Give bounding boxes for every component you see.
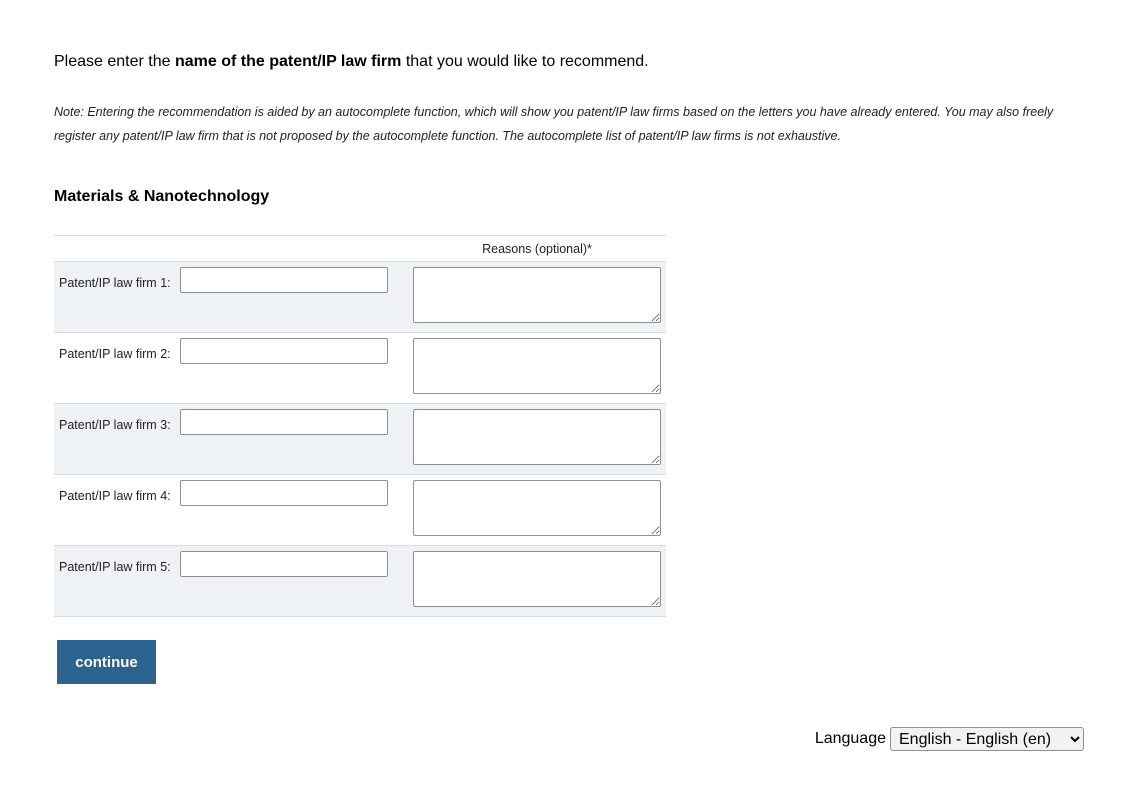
reason-textarea-5[interactable]	[413, 551, 661, 607]
firm-input-1[interactable]	[180, 267, 388, 293]
reason-textarea-4[interactable]	[413, 480, 661, 536]
firm-label-3: Patent/IP law firm 3:	[59, 418, 171, 432]
intro-bold: name of the patent/IP law firm	[175, 53, 401, 70]
recommendation-grid: Reasons (optional)* Patent/IP law firm 1…	[54, 235, 666, 617]
language-label: Language	[815, 730, 886, 748]
firm-input-4[interactable]	[180, 480, 388, 506]
firm-label-4: Patent/IP law firm 4:	[59, 489, 171, 503]
firm-label-2: Patent/IP law firm 2:	[59, 347, 171, 361]
firm-row-3: Patent/IP law firm 3:	[54, 404, 666, 475]
language-select[interactable]: English - English (en)	[890, 727, 1084, 751]
intro-text: Please enter the name of the patent/IP l…	[54, 53, 649, 71]
firm-label-5: Patent/IP law firm 5:	[59, 560, 171, 574]
firm-row-1: Patent/IP law firm 1:	[54, 262, 666, 333]
reason-textarea-1[interactable]	[413, 267, 661, 323]
reasons-header: Reasons (optional)*	[413, 242, 661, 256]
intro-before: Please enter the	[54, 53, 175, 70]
firm-row-5: Patent/IP law firm 5:	[54, 546, 666, 617]
firm-row-4: Patent/IP law firm 4:	[54, 475, 666, 546]
language-selector: Language English - English (en)	[815, 727, 1084, 751]
firm-input-5[interactable]	[180, 551, 388, 577]
firm-input-3[interactable]	[180, 409, 388, 435]
reason-textarea-3[interactable]	[413, 409, 661, 465]
section-title: Materials & Nanotechnology	[54, 188, 269, 206]
grid-header: Reasons (optional)*	[54, 236, 666, 262]
reason-textarea-2[interactable]	[413, 338, 661, 394]
continue-button[interactable]: continue	[57, 640, 156, 684]
firm-input-2[interactable]	[180, 338, 388, 364]
firm-label-1: Patent/IP law firm 1:	[59, 276, 171, 290]
intro-after: that you would like to recommend.	[401, 53, 648, 70]
autocomplete-note: Note: Entering the recommendation is aid…	[54, 100, 1084, 148]
firm-row-2: Patent/IP law firm 2:	[54, 333, 666, 404]
